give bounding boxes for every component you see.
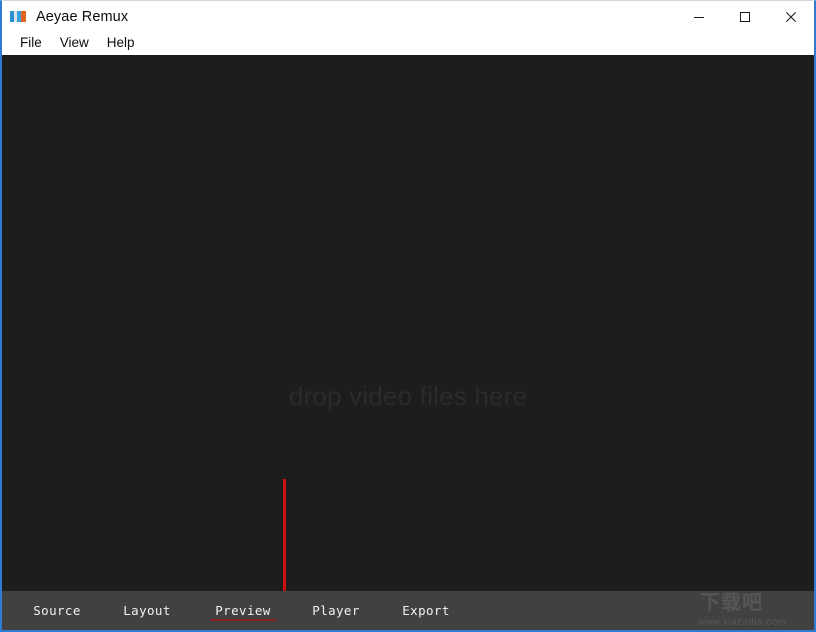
window-title: Aeyae Remux	[36, 8, 129, 25]
window-controls	[676, 1, 814, 32]
video-drop-area[interactable]: drop video files here	[2, 55, 814, 591]
drop-hint-text: drop video files here	[288, 381, 528, 411]
tab-player[interactable]: Player	[302, 591, 370, 630]
menu-item-file[interactable]: File	[11, 33, 51, 54]
watermark-logo-icon: 下载吧	[678, 591, 806, 616]
close-icon	[786, 11, 796, 22]
title-bar[interactable]: Aeyae Remux	[2, 1, 814, 32]
watermark-logo-text: 下载吧	[700, 591, 763, 614]
app-logo-icon	[10, 9, 26, 25]
watermark: 下载吧 www.xiazaiba.com	[678, 591, 806, 628]
tab-source[interactable]: Source	[22, 591, 92, 630]
bottom-tab-bar: Source Layout Preview Player Export 下载吧 …	[2, 591, 814, 630]
menu-item-view[interactable]: View	[51, 33, 98, 54]
maximize-icon	[740, 11, 750, 22]
annotation-arrow-icon	[283, 479, 286, 591]
tab-export[interactable]: Export	[392, 591, 460, 630]
menu-bar: File View Help	[2, 32, 814, 55]
close-button[interactable]	[768, 1, 814, 32]
menu-item-help[interactable]: Help	[98, 33, 144, 54]
minimize-button[interactable]	[676, 1, 722, 32]
tab-layout[interactable]: Layout	[112, 591, 182, 630]
tab-preview[interactable]: Preview	[206, 591, 280, 630]
watermark-url-text: www.xiazaiba.com	[697, 617, 787, 628]
application-window: Aeyae Remux File View Help drop video fi…	[0, 0, 816, 632]
minimize-icon	[694, 16, 704, 18]
maximize-button[interactable]	[722, 1, 768, 32]
